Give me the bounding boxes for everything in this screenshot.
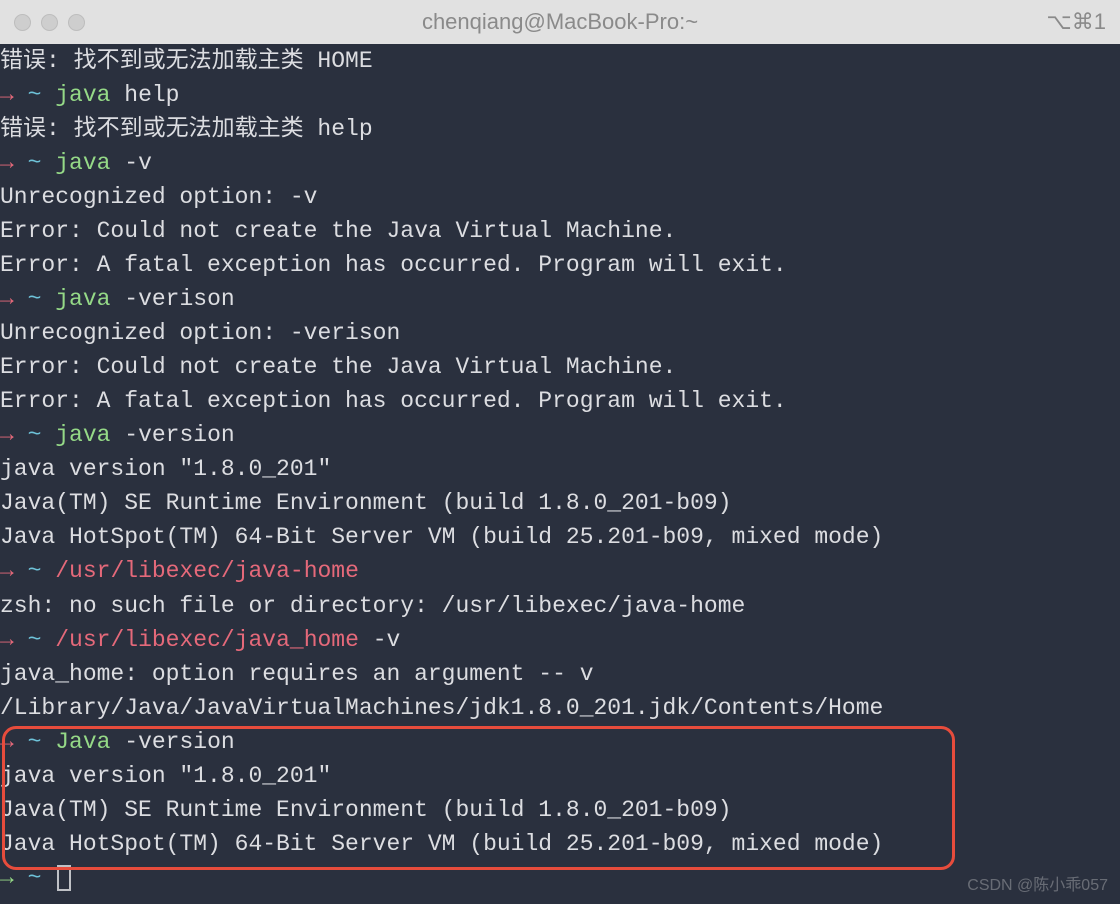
maximize-window-button[interactable] (68, 14, 85, 31)
command-name: java (55, 82, 110, 108)
terminal-line: Error: A fatal exception has occurred. P… (0, 384, 1120, 418)
output-text: java_home: option requires an argument -… (0, 661, 594, 687)
prompt-cwd: ~ (28, 865, 42, 891)
output-text: Error: A fatal exception has occurred. P… (0, 252, 787, 278)
terminal-line: Unrecognized option: -v (0, 180, 1120, 214)
command-name: java (55, 150, 110, 176)
command-args: -v (110, 150, 151, 176)
command-name: java (55, 422, 110, 448)
output-text: Error: Could not create the Java Virtual… (0, 218, 676, 244)
prompt-arrow-icon: → (0, 82, 14, 108)
terminal-line: → ~ java -v (0, 146, 1120, 180)
watermark-text: CSDN @陈小乖057 (967, 874, 1108, 898)
terminal-line: Error: A fatal exception has occurred. P… (0, 248, 1120, 282)
prompt-arrow-icon: → (0, 627, 14, 653)
terminal-line: Error: Could not create the Java Virtual… (0, 350, 1120, 384)
terminal-line: Error: Could not create the Java Virtual… (0, 214, 1120, 248)
command-args: -version (110, 422, 234, 448)
output-text: Java(TM) SE Runtime Environment (build 1… (0, 490, 732, 516)
prompt-cwd: ~ (28, 82, 42, 108)
terminal-line: java version "1.8.0_201" (0, 452, 1120, 486)
output-text: Error: Could not create the Java Virtual… (0, 354, 676, 380)
terminal-line: Java HotSpot(TM) 64-Bit Server VM (build… (0, 520, 1120, 554)
terminal-line: → ~ java help (0, 78, 1120, 112)
terminal-line: zsh: no such file or directory: /usr/lib… (0, 589, 1120, 623)
output-text: java version "1.8.0_201" (0, 456, 331, 482)
traffic-lights (14, 14, 85, 31)
command-args: -verison (110, 286, 234, 312)
prompt-cwd: ~ (28, 558, 42, 584)
output-text: Unrecognized option: -verison (0, 320, 400, 346)
command-args: -version (110, 729, 234, 755)
terminal-line: → ~ /usr/libexec/java-home (0, 554, 1120, 588)
command-name: /usr/libexec/java-home (55, 558, 359, 584)
output-text: 错误: 找不到或无法加载主类 HOME (0, 48, 373, 74)
output-text: java version "1.8.0_201" (0, 763, 331, 789)
output-text: Java HotSpot(TM) 64-Bit Server VM (build… (0, 524, 883, 550)
terminal-line: → ~ Java -version (0, 725, 1120, 759)
terminal-line: 错误: 找不到或无法加载主类 help (0, 112, 1120, 146)
prompt-arrow-icon: → (0, 150, 14, 176)
close-window-button[interactable] (14, 14, 31, 31)
prompt-cwd: ~ (28, 150, 42, 176)
prompt-arrow-icon: → (0, 729, 14, 755)
command-name: Java (55, 729, 110, 755)
command-name: java (55, 286, 110, 312)
terminal-line: java version "1.8.0_201" (0, 759, 1120, 793)
cursor-icon (57, 865, 71, 891)
terminal-line: Java(TM) SE Runtime Environment (build 1… (0, 793, 1120, 827)
terminal-line: Unrecognized option: -verison (0, 316, 1120, 350)
terminal-line: → ~ /usr/libexec/java_home -v (0, 623, 1120, 657)
terminal-line: → ~ (0, 861, 1120, 895)
output-text: Java(TM) SE Runtime Environment (build 1… (0, 797, 732, 823)
output-text: zsh: no such file or directory: /usr/lib… (0, 593, 745, 619)
window-titlebar: chenqiang@MacBook-Pro:~ ⌥⌘1 (0, 0, 1120, 44)
prompt-arrow-icon: → (0, 422, 14, 448)
prompt-arrow-icon: → (0, 286, 14, 312)
output-text: Error: A fatal exception has occurred. P… (0, 388, 787, 414)
terminal-line: 错误: 找不到或无法加载主类 HOME (0, 44, 1120, 78)
keyboard-shortcut-indicator: ⌥⌘1 (1046, 6, 1106, 39)
output-text: Unrecognized option: -v (0, 184, 317, 210)
terminal-line: → ~ java -version (0, 418, 1120, 452)
prompt-arrow-icon: → (0, 865, 14, 891)
output-text: /Library/Java/JavaVirtualMachines/jdk1.8… (0, 695, 883, 721)
terminal-line: /Library/Java/JavaVirtualMachines/jdk1.8… (0, 691, 1120, 725)
command-args: help (110, 82, 179, 108)
output-text: 错误: 找不到或无法加载主类 help (0, 116, 373, 142)
terminal-output[interactable]: 错误: 找不到或无法加载主类 HOME → ~ java help 错误: 找不到或… (0, 44, 1120, 895)
prompt-cwd: ~ (28, 422, 42, 448)
terminal-line: java_home: option requires an argument -… (0, 657, 1120, 691)
command-args: -v (359, 627, 400, 653)
prompt-arrow-icon: → (0, 558, 14, 584)
command-name: /usr/libexec/java_home (55, 627, 359, 653)
terminal-line: Java(TM) SE Runtime Environment (build 1… (0, 486, 1120, 520)
prompt-cwd: ~ (28, 286, 42, 312)
terminal-line: Java HotSpot(TM) 64-Bit Server VM (build… (0, 827, 1120, 861)
terminal-line: → ~ java -verison (0, 282, 1120, 316)
output-text: Java HotSpot(TM) 64-Bit Server VM (build… (0, 831, 883, 857)
minimize-window-button[interactable] (41, 14, 58, 31)
window-title: chenqiang@MacBook-Pro:~ (422, 6, 698, 39)
prompt-cwd: ~ (28, 627, 42, 653)
prompt-cwd: ~ (28, 729, 42, 755)
